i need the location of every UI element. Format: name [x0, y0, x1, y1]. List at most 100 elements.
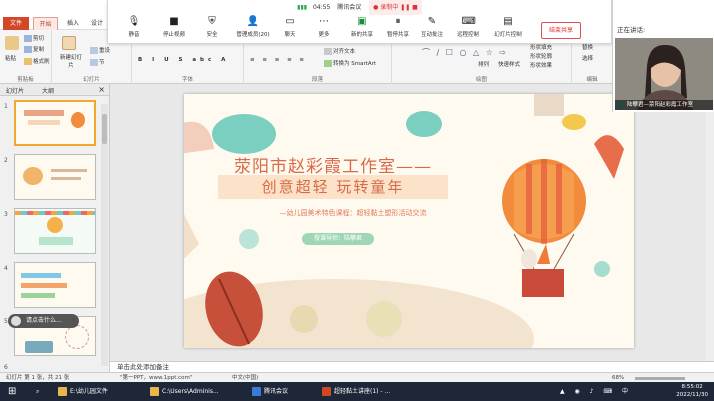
paste-button[interactable]: 粘贴: [5, 54, 16, 62]
signal-icon: ▮▮▮: [297, 4, 308, 11]
section-button[interactable]: 节: [90, 58, 105, 66]
thumbnail-number: 1: [4, 103, 8, 110]
copy-icon: [24, 46, 32, 53]
scrollbar-thumb[interactable]: [102, 114, 107, 144]
slide-control-button[interactable]: ▤ 幻灯片控制: [486, 16, 530, 38]
shield-icon: ⛨: [208, 16, 216, 27]
slide-canvas[interactable]: 荥阳市赵彩霞工作室—— 创意超轻 玩转童年 —幼儿园美术特色课程：超轻黏土塑形活…: [184, 94, 634, 348]
tab-outline[interactable]: 大纲: [42, 86, 54, 95]
taskbar-item-explorer[interactable]: E:\幼儿园文件: [58, 382, 108, 401]
shapes-gallery[interactable]: ⌒ ∕ ☐ ○ △ ☆ ⇨: [422, 47, 508, 58]
slide-thumbnail-2[interactable]: [14, 154, 96, 200]
tab-home[interactable]: 开始: [33, 17, 58, 30]
camera-icon: ■: [169, 16, 179, 27]
thumb-illustration: [23, 167, 43, 185]
thumb-title-bar: [24, 110, 64, 116]
slide-thumbnail-1[interactable]: [14, 100, 96, 146]
slide-thumbnail-4[interactable]: [14, 262, 96, 308]
more-button[interactable]: ⋯ 更多: [304, 16, 344, 38]
shape-effects-button[interactable]: 形状效果: [530, 61, 552, 69]
chat-icon: ▭: [285, 16, 295, 27]
tab-design[interactable]: 设计: [88, 17, 106, 30]
quick-styles-button[interactable]: 快速样式: [498, 60, 520, 68]
thumbnail-scrollbar[interactable]: [101, 104, 108, 366]
meeting-app-icon: [252, 387, 261, 396]
floating-prompt[interactable]: 请点击什么...: [8, 314, 79, 328]
security-button[interactable]: ⛨ 安全: [192, 16, 232, 38]
reset-button[interactable]: 重设: [90, 46, 110, 54]
new-share-button[interactable]: ▣ 新的共享: [342, 16, 382, 38]
members-icon: 👤: [246, 16, 260, 27]
meeting-timer: 04:55: [312, 4, 331, 11]
paragraph-group-label: 段落: [311, 77, 323, 83]
font-format-buttons[interactable]: B I U S abc A: [138, 57, 229, 63]
format-painter-label: 格式刷: [33, 59, 50, 65]
tab-insert[interactable]: 插入: [62, 17, 84, 30]
arrange-button[interactable]: 排列: [478, 60, 489, 68]
annotate-label: 互动批注: [420, 32, 443, 38]
remote-icon: ⌨: [461, 16, 476, 27]
remote-control-button[interactable]: ⌨ 远程控制: [448, 16, 488, 38]
shape-fill-button[interactable]: 形状填充: [530, 43, 552, 51]
drawing-group-label: 绘图: [475, 77, 487, 83]
slide-description[interactable]: —幼儿园美术特色课程：超轻黏土塑形活动交流: [238, 208, 468, 218]
mic-icon: 🎙: [127, 16, 141, 27]
copy-button[interactable]: 复制: [24, 45, 44, 53]
shape-outline-button[interactable]: 形状轮廓: [530, 52, 552, 60]
font-group-label: 字体: [181, 77, 193, 83]
taskbar-clock[interactable]: 8:55:02 2022/11/30: [676, 383, 708, 399]
taskbar-explorer-label: E:\幼儿园文件: [70, 388, 108, 395]
smartart-button[interactable]: 转换为 SmartArt: [324, 59, 376, 67]
thumb-sun: [47, 217, 63, 233]
prompt-chevron-icon[interactable]: ‹: [72, 316, 82, 326]
tab-slides[interactable]: 幻灯片: [6, 86, 24, 95]
section-label: 节: [99, 60, 105, 66]
tab-file[interactable]: 文件: [3, 17, 29, 30]
cut-button[interactable]: 剪切: [24, 34, 44, 42]
clock-time: 8:55:02: [681, 384, 703, 390]
mute-button[interactable]: 🎙 静音: [114, 16, 154, 38]
paste-icon: [5, 36, 19, 50]
speaking-label: 正在讲话:: [617, 26, 646, 34]
recording-badge[interactable]: ● 录制中 ❚❚ ■: [369, 0, 422, 15]
system-tray-icons[interactable]: ▲ ◉ ♪ ⌨ 中: [560, 382, 632, 401]
align-buttons[interactable]: ≡ ≡ ≡ ≡ ≡: [250, 57, 307, 63]
copy-label: 复制: [33, 47, 45, 53]
prompt-text: 请点击什么...: [26, 317, 62, 324]
pause-share-label: 暂停共享: [386, 32, 409, 38]
taskbar-item-ppt[interactable]: 超轻黏土讲座(1) - ...: [322, 382, 390, 401]
slide-guide-badge[interactable]: 授课导师：陆攀君: [302, 233, 374, 245]
search-icon[interactable]: ⌕: [36, 382, 39, 401]
thumb-row: [21, 293, 55, 298]
taskbar-item-meeting[interactable]: 腾讯会议: [252, 382, 288, 401]
thumb-text-line: [51, 169, 87, 172]
align-text-button[interactable]: 对齐文本: [324, 47, 355, 55]
annotate-button[interactable]: ✎ 互动批注: [412, 16, 452, 38]
scissors-icon: [24, 35, 32, 42]
select-button[interactable]: 选择: [582, 54, 593, 62]
slide-subtitle[interactable]: 创意超轻 玩转童年: [218, 175, 448, 199]
security-label: 安全: [206, 32, 218, 38]
format-painter-button[interactable]: 格式刷: [24, 57, 50, 65]
close-panel-icon[interactable]: ×: [98, 85, 105, 94]
zoom-slider[interactable]: [635, 377, 685, 380]
status-bar: 幻灯片 第 1 张，共 21 张 "第一PPT，www.1ppt.com" 中文…: [0, 372, 714, 382]
speaker-name: 陆攀君—荥阳赵彩霞工作室: [615, 100, 713, 110]
thumbnail-number: 2: [4, 157, 8, 164]
start-button[interactable]: ⊞: [8, 382, 16, 401]
stop-video-button[interactable]: ■ 停止视频: [154, 16, 194, 38]
replace-button[interactable]: 替换: [582, 43, 593, 51]
notes-pane[interactable]: 单击此处添加备注: [110, 361, 714, 372]
speaker-video[interactable]: 陆攀君—荥阳赵彩霞工作室: [615, 38, 713, 110]
smartart-label: 转换为 SmartArt: [333, 61, 377, 67]
slide-thumbnail-3[interactable]: [14, 208, 96, 254]
slide-decorations: [184, 94, 624, 348]
slide-title[interactable]: 荥阳市赵彩霞工作室——: [218, 152, 448, 177]
taskbar-item-users[interactable]: C:\Users\Adminis...: [150, 382, 219, 401]
clock-date: 2022/11/30: [676, 392, 708, 398]
new-slide-button[interactable]: 新建幻灯片: [58, 53, 84, 69]
editor-scrollbar[interactable]: [706, 84, 714, 361]
reset-icon: [90, 47, 98, 54]
recording-label: 录制中: [380, 4, 399, 11]
end-share-button[interactable]: 结束共享: [541, 22, 581, 39]
